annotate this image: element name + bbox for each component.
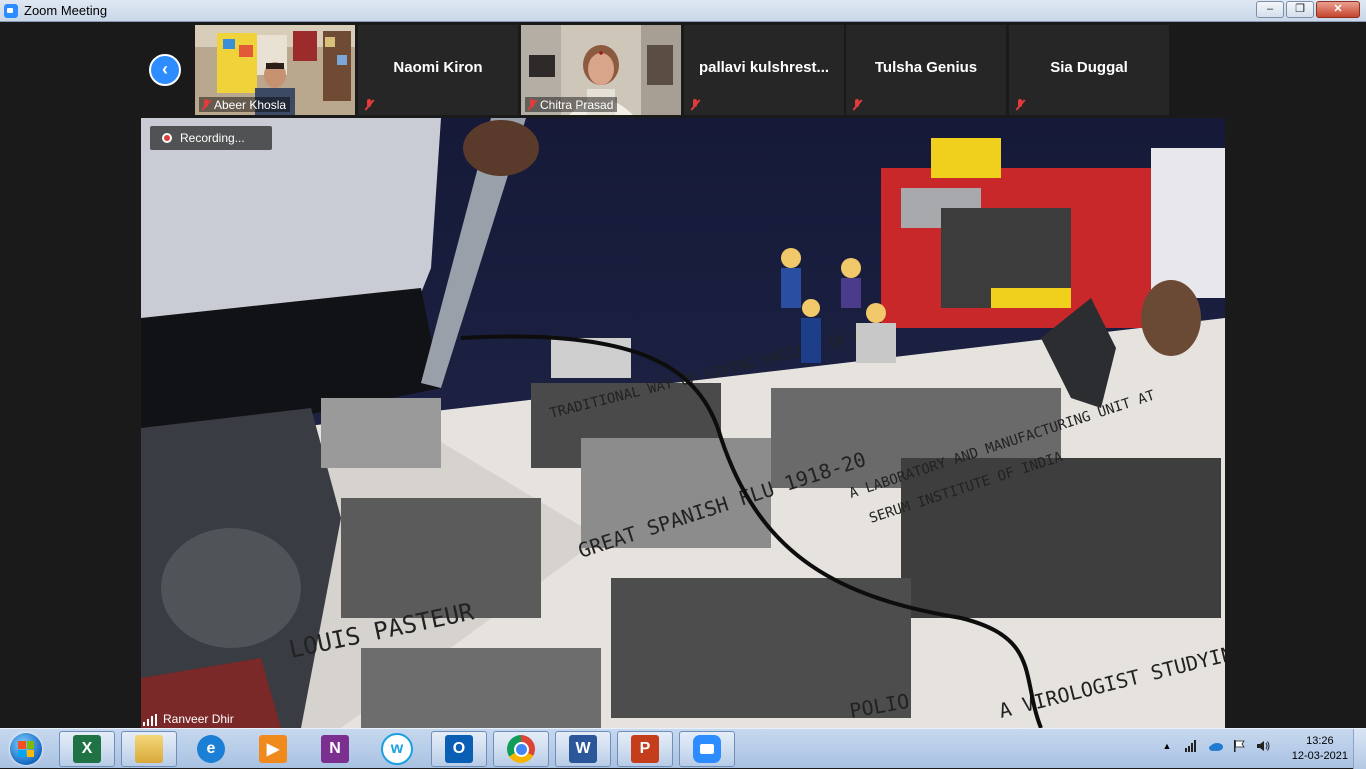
network-icon[interactable] xyxy=(1184,739,1198,753)
participant-name: Tulsha Genius xyxy=(874,59,978,76)
mic-muted-icon xyxy=(201,98,211,111)
participant-name-label xyxy=(362,97,378,112)
webex-app-icon: w xyxy=(381,733,413,765)
taskbar-chrome-button[interactable] xyxy=(493,731,549,767)
start-button[interactable] xyxy=(4,730,48,768)
taskbar-powerpoint-button[interactable]: P xyxy=(617,731,673,767)
participant-tile[interactable]: Tulsha Genius xyxy=(846,25,1006,115)
participant-name-label: Abeer Khosla xyxy=(199,97,291,112)
action-center-flag-icon[interactable] xyxy=(1232,739,1246,753)
participant-name: pallavi kulshrest... xyxy=(698,59,830,76)
media-player-icon: ▶ xyxy=(259,735,287,763)
active-speaker-video[interactable]: TRADITIONAL WAY OF GIVING VACCINE IN CHI… xyxy=(141,118,1225,728)
outlook-icon: O xyxy=(445,735,473,763)
participant-tile[interactable]: pallavi kulshrest... xyxy=(684,25,844,115)
recording-indicator[interactable]: Recording... xyxy=(150,126,272,150)
mic-muted-icon xyxy=(527,98,537,111)
participant-name-label xyxy=(850,97,866,112)
system-clock[interactable]: 13:26 12-03-2021 xyxy=(1292,734,1348,764)
internet-explorer-icon: e xyxy=(197,735,225,763)
active-speaker-video-image: TRADITIONAL WAY OF GIVING VACCINE IN CHI… xyxy=(141,118,1225,728)
participant-name: Naomi Kiron xyxy=(393,59,483,76)
volume-icon[interactable] xyxy=(1256,739,1270,753)
powerpoint-icon: P xyxy=(631,735,659,763)
show-hidden-icons-button[interactable]: ▲ xyxy=(1160,739,1174,753)
participant-name-label xyxy=(1013,97,1029,112)
show-desktop-button[interactable] xyxy=(1353,729,1366,769)
close-button[interactable]: ✕ xyxy=(1316,1,1360,18)
clock-time: 13:26 xyxy=(1306,735,1334,747)
file-explorer-icon xyxy=(135,735,163,763)
taskbar-media-player-button[interactable]: ▶ xyxy=(245,731,301,767)
mic-muted-icon xyxy=(852,98,862,111)
minimize-button[interactable]: ‒ xyxy=(1256,1,1284,18)
recording-label: Recording... xyxy=(180,131,245,145)
system-tray: ▲ xyxy=(1160,739,1270,753)
participant-tile[interactable]: Abeer Khosla xyxy=(195,25,355,115)
word-icon: W xyxy=(569,735,597,763)
chrome-icon xyxy=(507,735,535,763)
onedrive-icon[interactable] xyxy=(1208,739,1223,753)
taskbar-outlook-button[interactable]: O xyxy=(431,731,487,767)
onenote-icon: N xyxy=(321,735,349,763)
participant-name: Chitra Prasad xyxy=(540,97,614,112)
participant-tile[interactable]: Sia Duggal xyxy=(1009,25,1169,115)
taskbar-file-explorer-button[interactable] xyxy=(121,731,177,767)
windows-logo-icon xyxy=(18,741,34,757)
window-title: Zoom Meeting xyxy=(24,3,108,18)
zoom-app-icon xyxy=(4,4,18,18)
taskbar-internet-explorer-button[interactable]: e xyxy=(183,731,239,767)
active-speaker-name: Ranveer Dhir xyxy=(163,712,234,726)
mic-muted-icon xyxy=(690,98,700,111)
taskbar-onenote-button[interactable]: N xyxy=(307,731,363,767)
title-bar: Zoom Meeting ‒ ❐ ✕ xyxy=(0,0,1366,22)
mic-muted-icon xyxy=(1015,98,1025,111)
participant-tile[interactable]: Chitra Prasad xyxy=(521,25,681,115)
participant-name-label: Chitra Prasad xyxy=(525,97,618,112)
maximize-button[interactable]: ❐ xyxy=(1286,1,1314,18)
participant-name-label xyxy=(688,97,704,112)
taskbar-excel-button[interactable]: X xyxy=(59,731,115,767)
excel-icon: X xyxy=(73,735,101,763)
taskbar-word-button[interactable]: W xyxy=(555,731,611,767)
active-speaker-label: Ranveer Dhir xyxy=(143,710,234,726)
participant-name: Sia Duggal xyxy=(1050,59,1128,76)
mic-muted-icon xyxy=(364,98,374,111)
taskbar-webex-app-button[interactable]: w xyxy=(369,731,425,767)
clock-date: 12-03-2021 xyxy=(1291,750,1348,762)
participant-name: Abeer Khosla xyxy=(214,97,287,112)
signal-strength-icon xyxy=(143,714,157,726)
zoom-icon xyxy=(693,735,721,763)
taskbar-zoom-button[interactable] xyxy=(679,731,735,767)
participant-tile[interactable]: Naomi Kiron xyxy=(358,25,518,115)
taskbar: Xe ▶ Nw O W P ▲ 13:26 12-03-2021 xyxy=(0,728,1366,769)
recording-dot-icon xyxy=(162,133,172,143)
previous-page-button[interactable]: ‹ xyxy=(149,54,181,86)
